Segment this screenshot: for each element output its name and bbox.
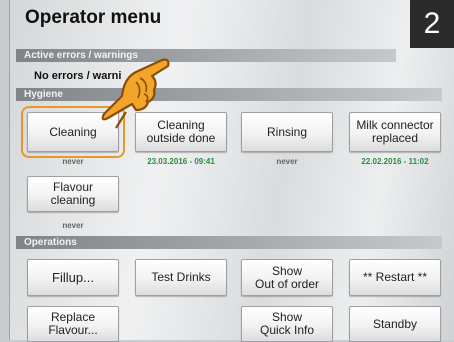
page-title: Operator menu	[25, 7, 162, 28]
replace-flavour-button[interactable]: Replace Flavour...	[27, 306, 119, 342]
step-badge: 2	[410, 0, 454, 48]
test-drinks-label: Test Drinks	[151, 270, 211, 284]
show-quick-info-button[interactable]: Show Quick Info	[241, 306, 333, 342]
errors-status: No errors / warni	[34, 70, 122, 82]
fillup-label: Fillup...	[52, 270, 94, 285]
rinsing-last-run: never	[276, 157, 298, 166]
show-out-of-order-label: Show Out of order	[254, 263, 320, 291]
milk-connector-replaced-button[interactable]: Milk connector replaced	[349, 112, 441, 152]
test-drinks-button[interactable]: Test Drinks	[135, 259, 227, 296]
flavour-cleaning-last-run: never	[62, 221, 84, 230]
cleaning-last-run: never	[62, 157, 84, 166]
replace-flavour-label: Replace Flavour...	[48, 310, 98, 337]
restart-button[interactable]: ** Restart **	[349, 259, 441, 296]
operations-section-header: Operations	[16, 236, 442, 249]
milk-connector-last-run: 22.02.2016 - 11:02	[361, 157, 429, 166]
fillup-button[interactable]: Fillup...	[27, 259, 119, 296]
flavour-cleaning-button[interactable]: Flavour cleaning	[27, 176, 119, 212]
cleaning-outside-done-label: Cleaning outside done	[146, 118, 216, 145]
hygiene-section-header: Hygiene	[16, 88, 442, 101]
flavour-cleaning-label: Flavour cleaning	[50, 180, 96, 207]
show-quick-info-label: Show Quick Info	[259, 310, 315, 337]
cleaning-button-label: Cleaning	[49, 124, 97, 139]
milk-connector-replaced-label: Milk connector replaced	[356, 118, 434, 145]
cleaning-outside-done-button[interactable]: Cleaning outside done	[135, 112, 227, 152]
rinsing-button[interactable]: Rinsing	[241, 112, 333, 152]
standby-label: Standby	[372, 316, 418, 331]
show-out-of-order-button[interactable]: Show Out of order	[241, 259, 333, 296]
cleaning-button[interactable]: Cleaning	[21, 106, 125, 158]
standby-button[interactable]: Standby	[349, 306, 441, 342]
header: Operator menu	[16, 0, 396, 40]
rinsing-button-label: Rinsing	[266, 124, 308, 139]
errors-section-header: Active errors / warnings	[16, 49, 396, 62]
cleaning-outside-last-run: 23.03.2016 - 09:41	[147, 157, 215, 166]
restart-label: ** Restart **	[362, 270, 428, 284]
